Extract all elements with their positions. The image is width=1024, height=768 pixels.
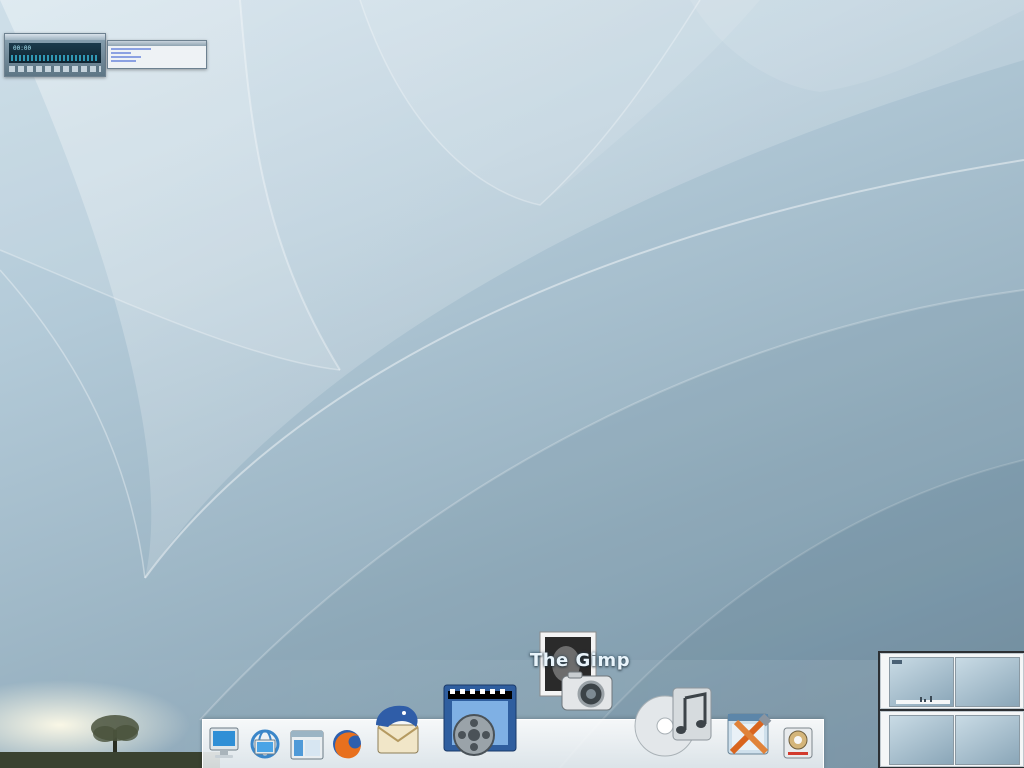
computer-icon[interactable] — [207, 726, 241, 760]
text-line — [111, 48, 151, 50]
settings-tools-icon[interactable] — [724, 708, 776, 760]
pager-row — [880, 711, 1024, 767]
gimp-icon[interactable] — [536, 628, 620, 716]
text-line — [111, 56, 141, 58]
pager-row — [880, 653, 1024, 709]
firefox-icon[interactable] — [329, 726, 365, 762]
time-readout: 00:00 — [13, 45, 32, 52]
file-manager-icon[interactable] — [288, 725, 326, 763]
text-line — [111, 60, 136, 62]
desktop[interactable]: 00:00 The Gimp — [0, 0, 1024, 768]
player-controls[interactable] — [9, 66, 101, 72]
text-line — [111, 52, 131, 54]
player-display: 00:00 — [9, 43, 101, 63]
workspace-4[interactable] — [955, 715, 1020, 765]
visualizer — [11, 55, 99, 61]
disk-drive-icon[interactable] — [780, 722, 816, 762]
workspace-pager — [878, 651, 1024, 768]
media-player-window[interactable]: 00:00 — [4, 33, 106, 77]
video-player-icon[interactable] — [438, 677, 522, 761]
window-titlebar[interactable] — [5, 34, 105, 40]
dock-hover-label: The Gimp — [529, 650, 631, 671]
workspace-1[interactable] — [889, 657, 954, 707]
network-icon[interactable] — [247, 726, 283, 762]
workspace-preview-dock — [892, 660, 950, 704]
music-player-icon[interactable] — [633, 680, 719, 760]
text-editor-window[interactable] — [107, 40, 207, 69]
workspace-2[interactable] — [955, 657, 1020, 707]
thunderbird-icon[interactable] — [368, 701, 426, 759]
window-titlebar[interactable] — [108, 41, 206, 46]
workspace-3[interactable] — [889, 715, 954, 765]
